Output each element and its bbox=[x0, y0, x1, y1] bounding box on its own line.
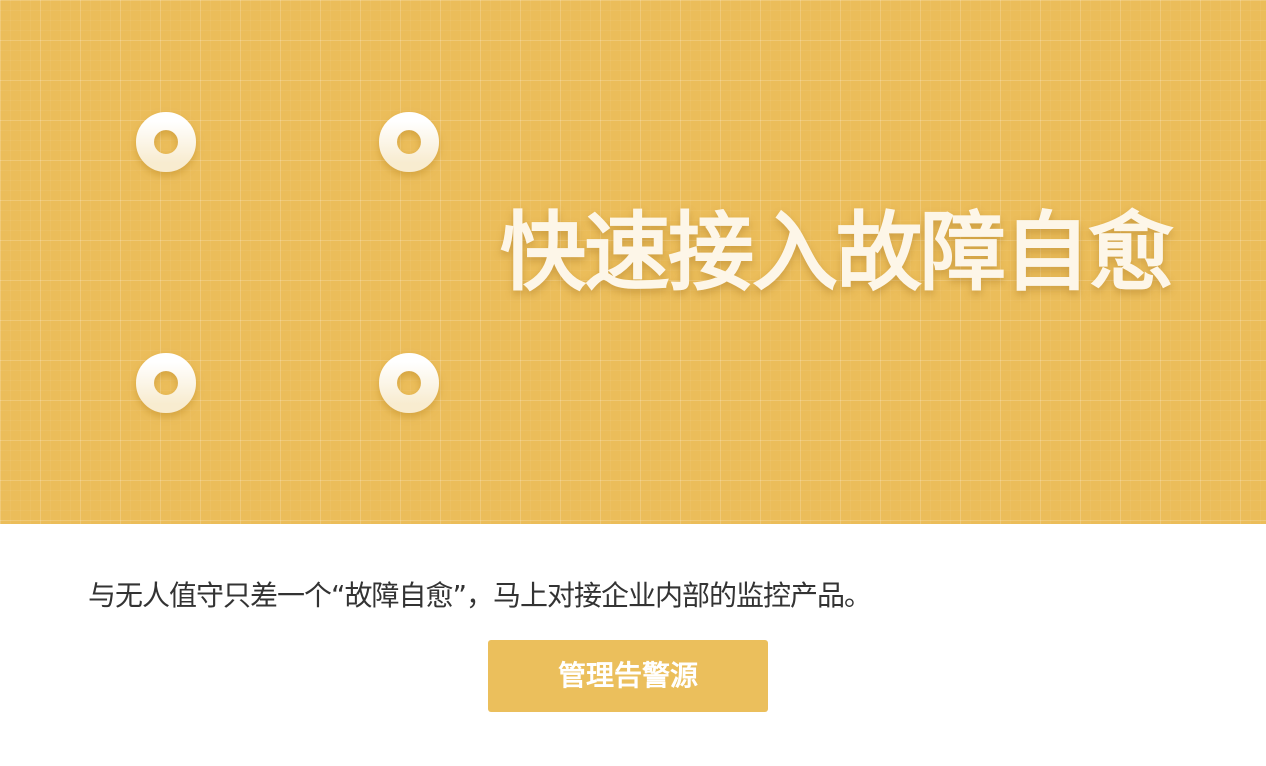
banner-title: 快速接入故障自愈 bbox=[500, 203, 1174, 303]
add-frame-icon bbox=[136, 112, 439, 413]
intro-banner: 快速接入故障自愈 bbox=[0, 0, 1266, 524]
description-text: 与无人值守只差一个“故障自愈”，马上对接企业内部的监控产品。 bbox=[88, 579, 872, 612]
empty-state-page: 快速接入故障自愈 与无人值守只差一个“故障自愈”，马上对接企业内部的监控产品。 … bbox=[0, 0, 1266, 766]
manage-alert-sources-button[interactable]: 管理告警源 bbox=[488, 640, 768, 712]
